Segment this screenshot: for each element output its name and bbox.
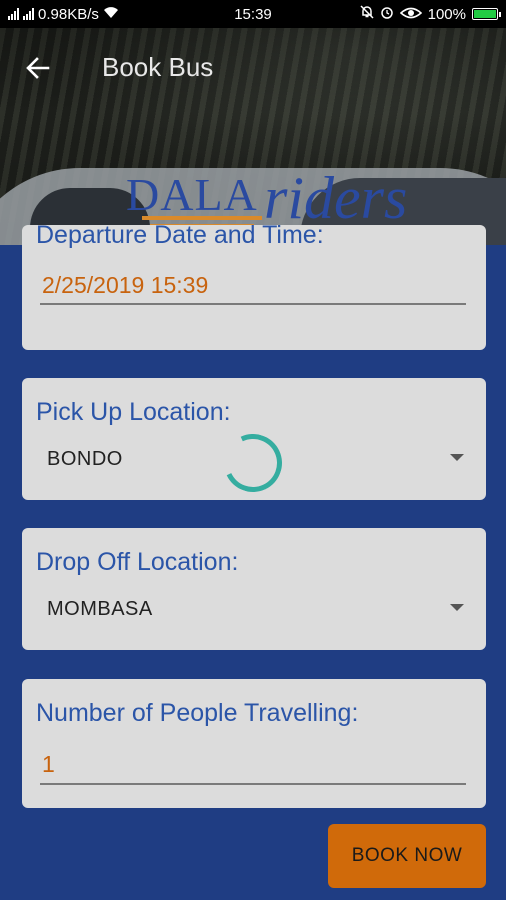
header-banner: Book Bus DALA riders: [0, 28, 506, 245]
departure-underline: [40, 303, 466, 305]
pickup-dropdown-icon[interactable]: [450, 454, 464, 461]
departure-label: Departure Date and Time:: [36, 221, 324, 249]
signal-icon: [8, 8, 19, 20]
booking-form: Departure Date and Time: 2/25/2019 15:39…: [0, 221, 506, 900]
logo-text-dala: DALA: [126, 169, 258, 220]
departure-input[interactable]: 2/25/2019 15:39: [42, 272, 208, 299]
back-arrow-icon[interactable]: [24, 54, 54, 84]
dropoff-card: Drop Off Location: MOMBASA: [22, 528, 486, 650]
dropoff-dropdown-icon[interactable]: [450, 604, 464, 611]
pickup-label: Pick Up Location:: [36, 398, 231, 426]
battery-percent: 100%: [427, 5, 466, 23]
network-speed: 0.98KB/s: [38, 5, 99, 23]
battery-icon: [472, 8, 501, 20]
logo-stripe: [142, 216, 262, 220]
notification-off-icon: [360, 5, 374, 23]
dropoff-label: Drop Off Location:: [36, 548, 239, 576]
page-title: Book Bus: [102, 52, 214, 82]
alarm-icon: [380, 5, 394, 23]
wifi-icon: [103, 6, 119, 23]
book-now-button[interactable]: BOOK NOW: [328, 824, 486, 888]
eye-icon: [399, 6, 422, 23]
people-card: Number of People Travelling: 1: [22, 679, 486, 808]
people-input[interactable]: 1: [42, 751, 55, 778]
status-bar: 0.98KB/s 15:39 100%: [0, 0, 506, 28]
people-underline: [40, 783, 466, 785]
dropoff-select[interactable]: MOMBASA: [47, 598, 153, 621]
signal-icon-2: [23, 8, 34, 20]
people-label: Number of People Travelling:: [36, 699, 359, 727]
pickup-select[interactable]: BONDO: [47, 448, 123, 471]
departure-card: Departure Date and Time: 2/25/2019 15:39: [22, 221, 486, 350]
